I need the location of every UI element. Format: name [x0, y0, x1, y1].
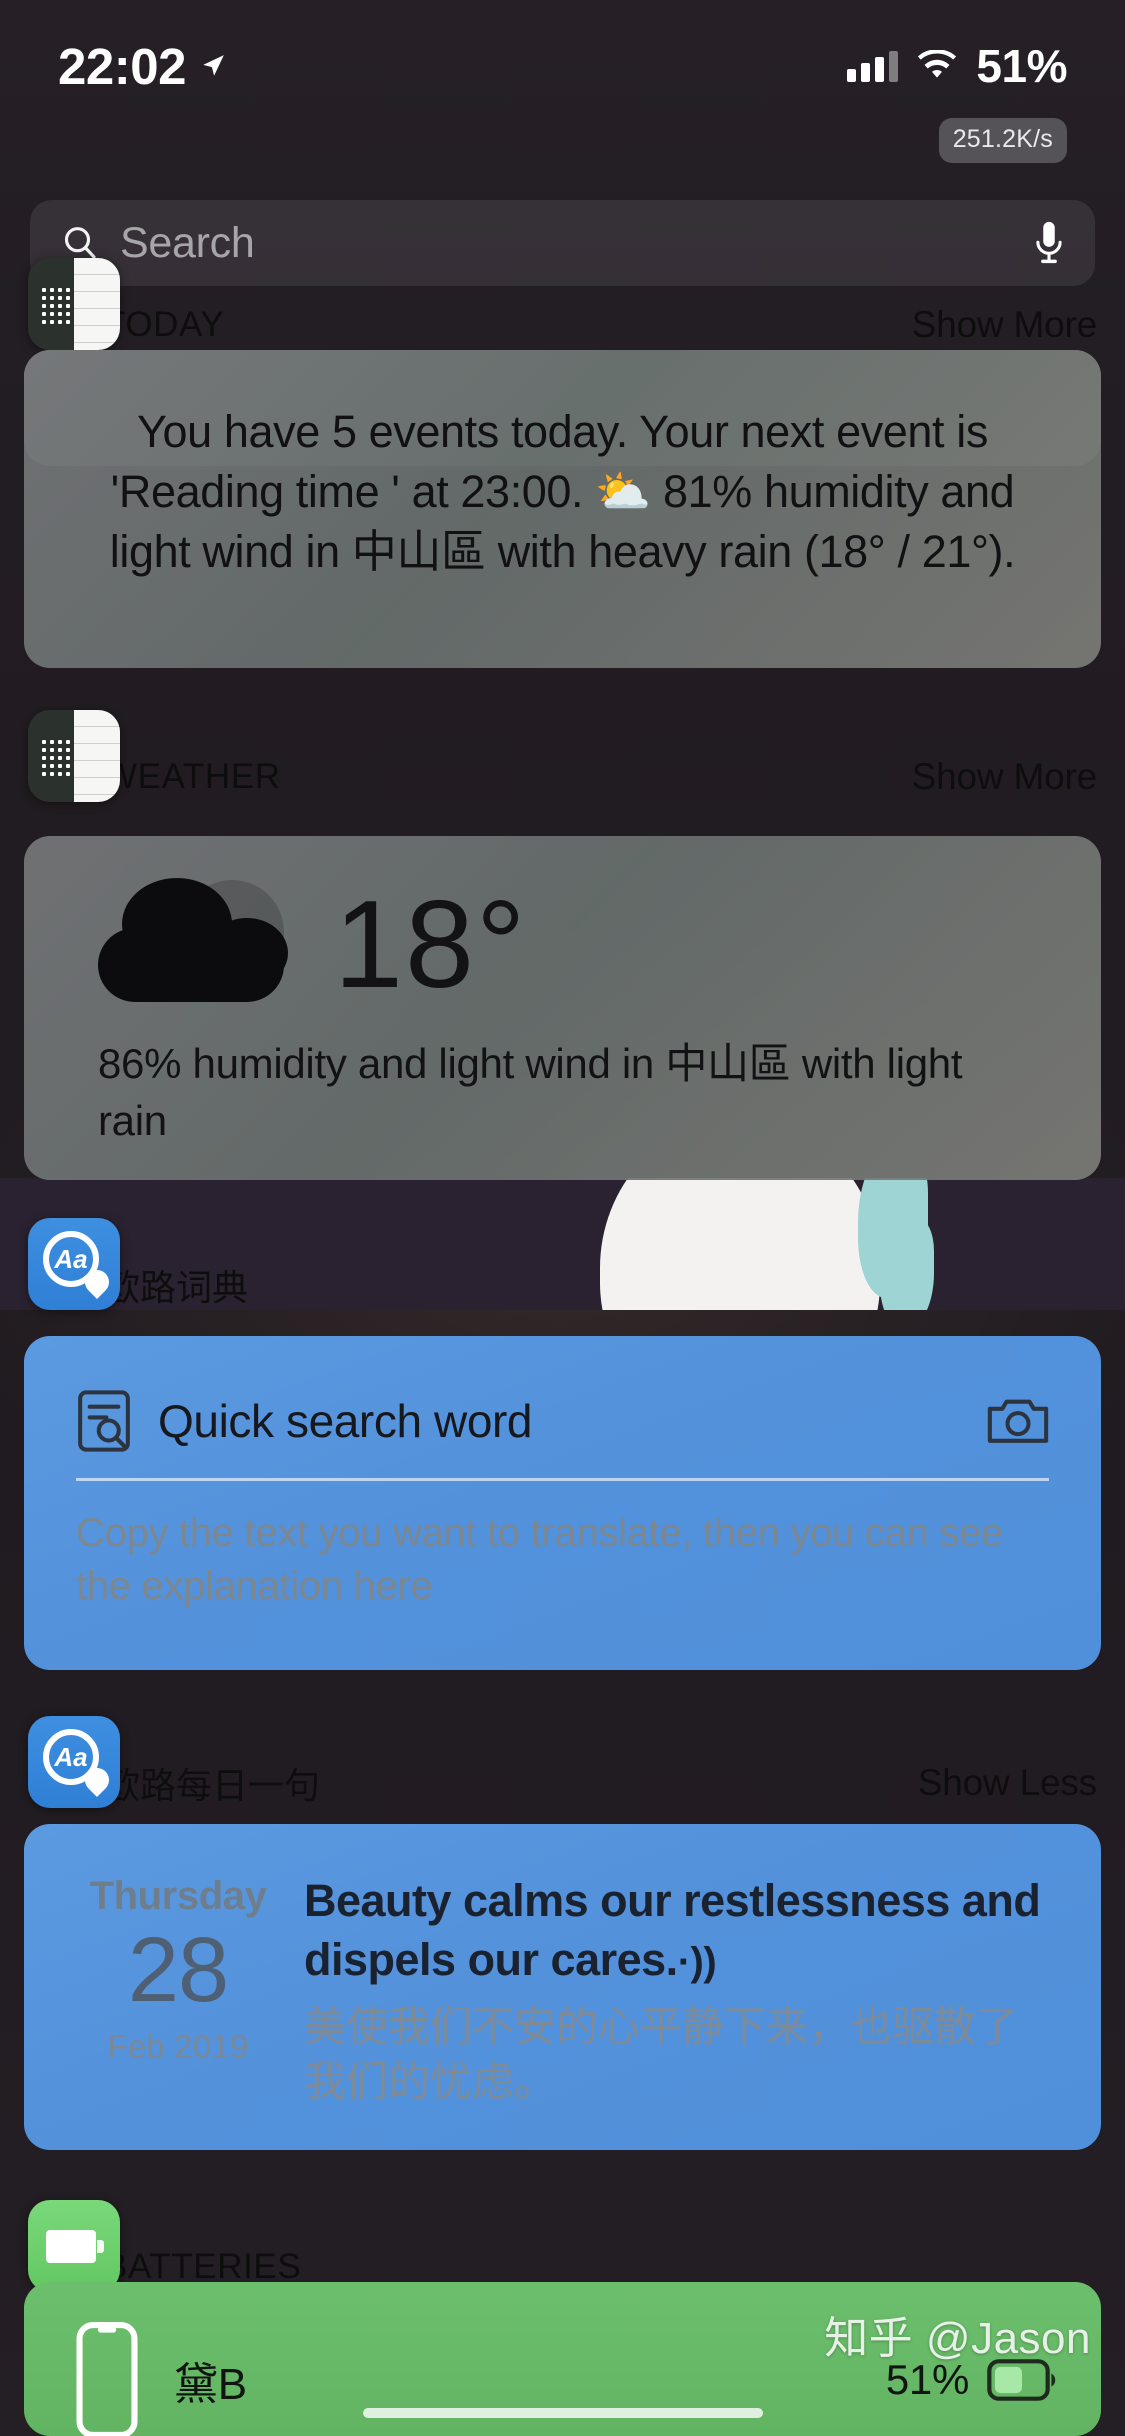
dictionary-widget-title: 欧路词典 — [104, 1267, 249, 1308]
daily-quote-content: Thursday 28 Feb 2019 Beauty calms our re… — [24, 1824, 1101, 2150]
today-widget-title: TODAY — [104, 305, 225, 344]
quote-text-block: Beauty calms our restlessness and dispel… — [292, 1868, 1057, 2110]
daily-quote-widget-header: Aa 欧路每日一句 Show Less — [0, 1716, 1125, 1820]
eudic-app-icon: Aa — [28, 1716, 120, 1808]
quote-english-text: Beauty calms our restlessness and dispel… — [304, 1875, 1041, 1985]
quote-month-year: Feb 2019 — [107, 2028, 249, 2066]
microphone-icon[interactable] — [1033, 220, 1065, 266]
status-bar: 22:02 51% — [0, 0, 1125, 132]
quote-day-number: 28 — [127, 1919, 229, 2021]
search-bar[interactable]: Search — [30, 200, 1095, 286]
battery-device-name: 黛B — [174, 2360, 247, 2409]
dictionary-widget-section: Aa 欧路词典 — [0, 1218, 1125, 1322]
wifi-icon — [918, 50, 957, 78]
dictionary-widget-body[interactable]: Quick search word Copy the text you want… — [24, 1336, 1101, 1670]
daily-quote-widget-body[interactable]: Thursday 28 Feb 2019 Beauty calms our re… — [24, 1824, 1101, 2150]
search-icon — [64, 227, 96, 259]
eudic-app-icon: Aa — [28, 1218, 120, 1310]
network-speed-badge: 251.2K/s — [938, 118, 1067, 163]
status-bar-right: 51% — [847, 39, 1067, 93]
cellular-signal-icon — [847, 50, 899, 82]
battery-app-icon — [28, 2200, 120, 2292]
daily-quote-widget-title: 欧路每日一句 — [104, 1765, 321, 1806]
weather-widget-section: WEATHER Show More — [0, 710, 1125, 814]
daily-quote-show-less-button[interactable]: Show Less — [918, 1762, 1097, 1804]
today-summary-text: You have 5 events today. Your next event… — [109, 406, 1016, 577]
weather-temperature: 18° — [334, 876, 528, 1014]
camera-icon[interactable] — [987, 1395, 1049, 1447]
speaker-icon[interactable]: ·)) — [678, 1940, 717, 1984]
status-time: 22:02 — [58, 37, 186, 95]
journal-app-icon — [28, 258, 120, 350]
weather-widget-title: WEATHER — [104, 757, 281, 796]
weather-description: 86% humidity and light wind in 中山區 with … — [98, 1040, 963, 1144]
dictionary-widget-header: Aa 欧路词典 — [0, 1218, 1125, 1322]
quick-search-label[interactable]: Quick search word — [158, 1394, 533, 1448]
quick-search-hint: Copy the text you want to translate, the… — [76, 1511, 1003, 1608]
today-show-more-button[interactable]: Show More — [912, 304, 1098, 346]
iphone-icon — [76, 2322, 138, 2436]
status-bar-left: 22:02 — [58, 37, 226, 96]
location-arrow-icon — [203, 55, 224, 76]
status-battery-percent: 51% — [976, 40, 1067, 92]
journal-app-icon — [28, 710, 120, 802]
weather-widget-header: WEATHER Show More — [0, 710, 1125, 814]
quote-english: Beauty calms our restlessness and dispel… — [304, 1872, 1057, 1989]
sun-behind-cloud-icon — [98, 878, 296, 1010]
weather-current-row: 18° — [24, 836, 1101, 1020]
quote-weekday: Thursday — [89, 1874, 267, 1918]
search-input[interactable]: Search — [120, 219, 1033, 268]
watermark: 知乎 @Jason — [824, 2314, 1091, 2363]
document-search-icon — [78, 1390, 130, 1452]
quick-search-row[interactable]: Quick search word — [24, 1336, 1101, 1452]
daily-quote-widget-section: Aa 欧路每日一句 Show Less — [0, 1716, 1125, 1820]
home-indicator[interactable] — [362, 2408, 763, 2418]
today-widget-body[interactable]: You have 5 events today. Your next event… — [24, 350, 1101, 668]
batteries-widget-title: BATTERIES — [104, 2247, 302, 2286]
weather-show-more-button[interactable]: Show More — [912, 756, 1098, 798]
quote-date-block: Thursday 28 Feb 2019 — [64, 1868, 292, 2110]
weather-widget-body[interactable]: 18° 86% humidity and light wind in 中山區 w… — [24, 836, 1101, 1180]
today-view-screen: 22:02 51% 251.2K/s Search TODAY Show Mor… — [0, 0, 1125, 2436]
quote-chinese: 美使我们不安的心平静下来，也驱散了我们的忧虑。 — [304, 2003, 1019, 2106]
